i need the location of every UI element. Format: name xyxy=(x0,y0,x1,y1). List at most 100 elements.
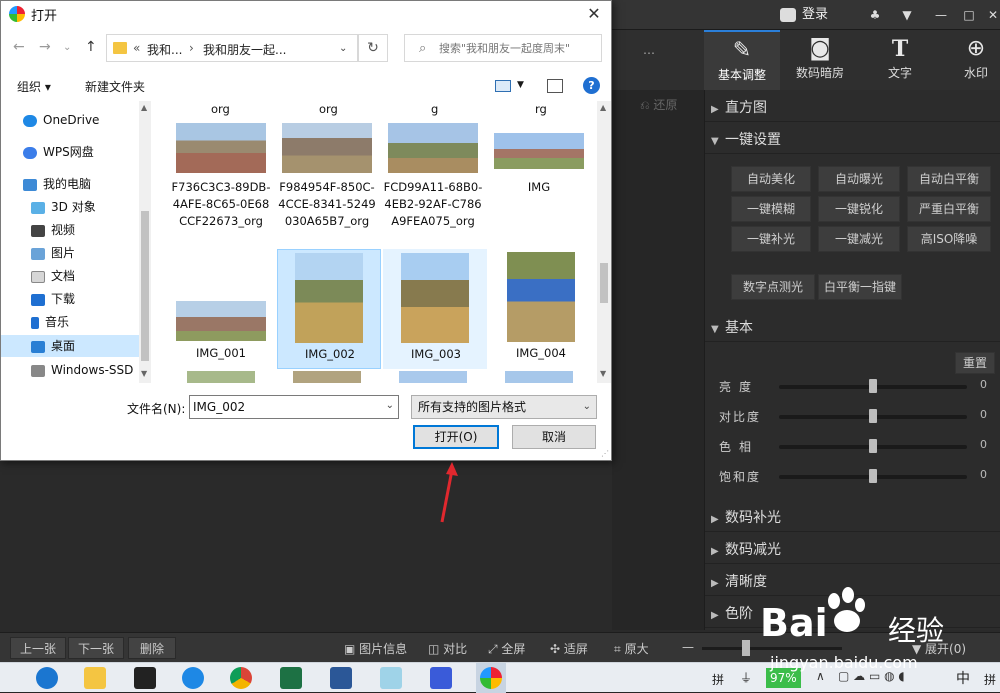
tab-digital-darkroom[interactable]: ◙ 数码暗房 xyxy=(782,30,858,90)
image-info-button[interactable]: ▣ 图片信息 xyxy=(344,640,407,657)
next-image-button[interactable]: 下一张 xyxy=(68,637,124,659)
help-icon[interactable]: ? xyxy=(583,77,600,94)
zoom-slider-knob[interactable] xyxy=(742,640,750,656)
nav-scrollbar[interactable]: ▲ ▼ xyxy=(139,101,151,383)
cancel-button[interactable]: 取消 xyxy=(512,425,596,449)
slider-knob[interactable] xyxy=(869,379,877,393)
tab-watermark[interactable]: ⊕ 水印 xyxy=(938,30,1000,90)
delete-button[interactable]: 删除 xyxy=(128,637,176,659)
slider-knob[interactable] xyxy=(869,409,877,423)
section-basic[interactable]: ▼ 基本 xyxy=(705,314,1000,342)
skin-icon[interactable]: ♣ xyxy=(860,4,890,26)
section-digital-fill[interactable]: ▶ 数码补光 xyxy=(705,504,1000,532)
notepad-icon[interactable] xyxy=(380,667,402,689)
file-tile[interactable]: FCD99A11-68B0-4EB2-92AF-C786A9FEA075_org xyxy=(381,121,485,241)
power-plug-icon[interactable]: ⏚ xyxy=(740,669,760,687)
fit-screen-button[interactable]: ✣ 适屏 xyxy=(550,640,588,657)
slider-knob[interactable] xyxy=(869,439,877,453)
preview-pane-icon[interactable] xyxy=(547,79,563,93)
forward-arrow-icon[interactable]: → xyxy=(39,39,51,55)
nav-pictures[interactable]: 图片 xyxy=(1,242,139,264)
section-one-click[interactable]: ▼ 一键设置 xyxy=(705,126,1000,154)
section-histogram[interactable]: ▶ 直方图 xyxy=(705,94,1000,122)
file-tile[interactable]: F984954F-850C-4CCE-8341-5249030A65B7_org xyxy=(275,121,379,241)
scroll-down-icon[interactable]: ▼ xyxy=(141,369,147,378)
section-digital-reduce[interactable]: ▶ 数码减光 xyxy=(705,536,1000,564)
address-dropdown-icon[interactable]: ⌄ xyxy=(339,43,347,54)
file-tile[interactable]: F736C3C3-89DB-4AFE-8C65-0E68CCF22673_org xyxy=(169,121,273,241)
filename-input[interactable] xyxy=(193,399,373,415)
recent-chevron-icon[interactable]: ⌄ xyxy=(63,42,71,53)
close-app-icon[interactable]: ✕ xyxy=(978,4,1000,26)
auto-exposure-button[interactable]: 自动曝光 xyxy=(818,166,900,192)
nav-my-computer[interactable]: 我的电脑 xyxy=(1,173,139,195)
new-folder-button[interactable]: 新建文件夹 xyxy=(85,78,145,95)
clock-app-icon[interactable] xyxy=(182,667,204,689)
dialog-titlebar[interactable]: 打开 ✕ xyxy=(1,1,611,27)
chrome-icon[interactable] xyxy=(230,667,252,689)
photo-editor-task-icon[interactable] xyxy=(480,667,502,689)
store-icon[interactable] xyxy=(134,667,156,689)
file-name-fragment[interactable]: org xyxy=(211,102,230,116)
filename-combobox[interactable]: ⌄ xyxy=(189,395,399,419)
file-thumbnail-partial[interactable] xyxy=(505,371,573,383)
high-iso-denoise-button[interactable]: 高ISO降噪 xyxy=(907,226,991,252)
prev-image-button[interactable]: 上一张 xyxy=(10,637,66,659)
file-explorer-icon[interactable] xyxy=(84,667,106,689)
close-icon[interactable]: ✕ xyxy=(583,3,605,25)
file-tile[interactable]: IMG xyxy=(487,121,591,241)
back-arrow-icon[interactable]: ← xyxy=(13,39,25,55)
original-size-button[interactable]: ⌗ 原大 xyxy=(614,640,649,657)
file-name-fragment[interactable]: g xyxy=(431,102,438,116)
one-click-fill-light-button[interactable]: 一键补光 xyxy=(731,226,811,252)
nav-wps-cloud[interactable]: WPS网盘 xyxy=(1,141,139,163)
white-balance-picker-button[interactable]: 白平衡一指键 xyxy=(818,274,902,300)
address-bar[interactable]: « 我和... › 我和朋友一起... ⌄ xyxy=(106,34,358,62)
login-button[interactable]: 登录 xyxy=(780,4,828,26)
word-icon[interactable] xyxy=(330,667,352,689)
file-thumbnail-partial[interactable] xyxy=(399,371,467,383)
file-name-fragment[interactable]: rg xyxy=(535,102,547,116)
view-mode-icon[interactable] xyxy=(495,80,511,92)
file-tile[interactable]: IMG_003 xyxy=(383,249,487,369)
scroll-down-icon[interactable]: ▼ xyxy=(600,369,606,378)
menu-icon[interactable]: ▼ xyxy=(892,4,922,26)
one-click-sharpen-button[interactable]: 一键锐化 xyxy=(818,196,900,222)
view-dropdown-icon[interactable]: ▼ xyxy=(517,80,524,90)
more-icon[interactable]: ⋯ xyxy=(634,42,664,64)
nav-music[interactable]: 音乐 xyxy=(1,311,139,333)
chevron-down-icon[interactable]: ⌄ xyxy=(386,400,394,411)
nav-windows-ssd[interactable]: Windows-SSD xyxy=(1,359,139,381)
zoom-out-icon[interactable]: — xyxy=(682,640,694,654)
file-thumbnail-partial[interactable] xyxy=(293,371,361,383)
open-button[interactable]: 打开(O) xyxy=(413,425,499,449)
nav-3d-objects[interactable]: 3D 对象 xyxy=(1,196,139,218)
one-click-blur-button[interactable]: 一键模糊 xyxy=(731,196,811,222)
address-segment-2[interactable]: 我和朋友一起... xyxy=(203,41,286,58)
wps-icon[interactable] xyxy=(430,667,452,689)
nav-documents[interactable]: 文档 xyxy=(1,265,139,287)
nav-desktop[interactable]: 桌面 xyxy=(1,335,139,357)
file-tile[interactable]: IMG_004 xyxy=(489,249,593,369)
address-overflow[interactable]: « xyxy=(133,41,140,55)
files-scrollbar[interactable]: ▲ ▼ xyxy=(597,101,611,383)
ime-mode[interactable]: 拼 xyxy=(712,671,724,688)
one-click-reduce-light-button[interactable]: 一键减光 xyxy=(818,226,900,252)
auto-beautify-button[interactable]: 自动美化 xyxy=(731,166,811,192)
scroll-up-icon[interactable]: ▲ xyxy=(600,103,606,112)
file-thumbnail-partial[interactable] xyxy=(187,371,255,383)
nav-video[interactable]: 视频 xyxy=(1,219,139,241)
excel-icon[interactable] xyxy=(280,667,302,689)
edge-icon[interactable] xyxy=(36,667,58,689)
address-segment-1[interactable]: 我和... xyxy=(147,41,182,58)
nav-onedrive[interactable]: OneDrive xyxy=(1,109,139,131)
file-name-fragment[interactable]: org xyxy=(319,102,338,116)
slider-knob[interactable] xyxy=(869,469,877,483)
resize-grip-icon[interactable]: ⋰ xyxy=(601,449,609,458)
undo-button[interactable]: ⎌ 还原 xyxy=(640,96,677,113)
files-scroll-thumb[interactable] xyxy=(600,263,608,303)
spot-metering-button[interactable]: 数字点测光 xyxy=(731,274,815,300)
minimize-icon[interactable]: — xyxy=(926,4,956,26)
fullscreen-button[interactable]: ⤢ 全屏 xyxy=(488,640,525,657)
contrast-slider[interactable]: 对比度 0 xyxy=(719,406,995,426)
